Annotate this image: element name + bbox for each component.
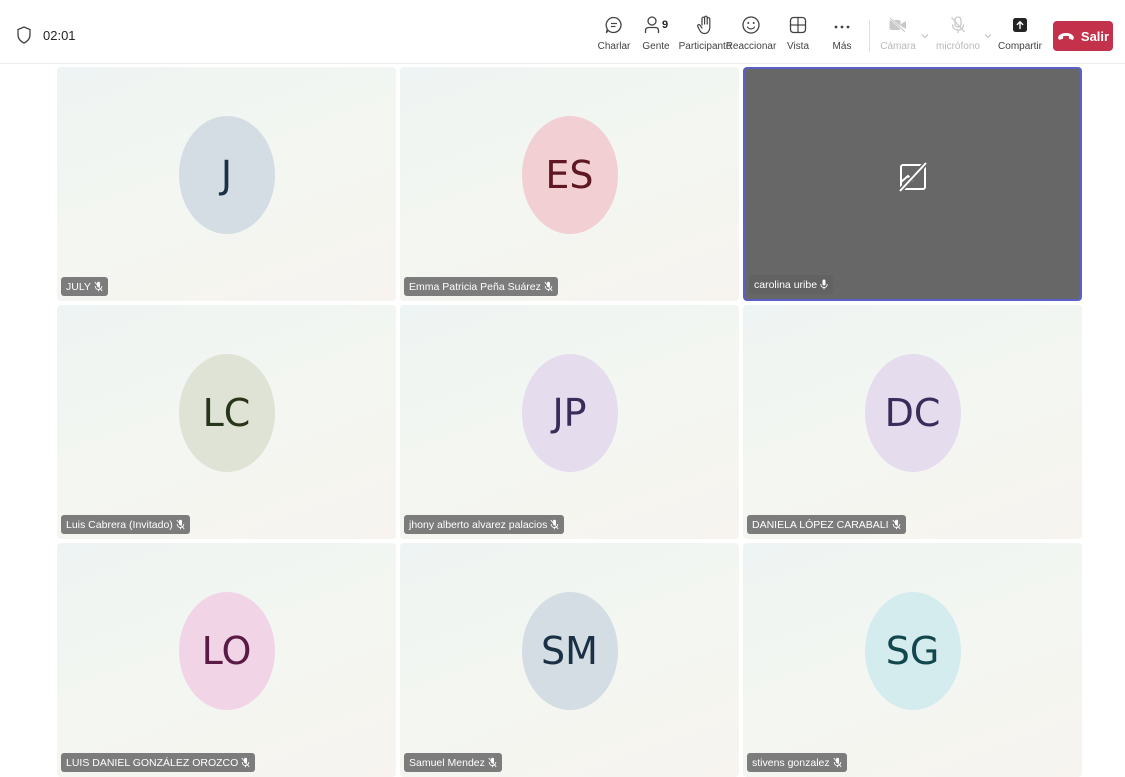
participant-tile[interactable]: J JULY: [57, 67, 396, 301]
mic-muted-icon: [833, 757, 842, 768]
participant-avatar: JP: [521, 354, 618, 472]
participant-name: carolina uribe: [754, 278, 818, 291]
avatar-initials: ES: [545, 153, 594, 197]
participant-tile[interactable]: JP jhony alberto alvarez palacios: [400, 305, 739, 539]
toolbar-divider: [869, 20, 870, 52]
chat-icon: [605, 16, 622, 34]
people-button[interactable]: 9 Gente: [638, 14, 674, 58]
mic-muted-icon: [241, 757, 250, 768]
more-label: Más: [832, 41, 852, 52]
raise-hand-label: Participante: [678, 41, 732, 52]
participant-tile[interactable]: SM Samuel Mendez: [400, 543, 739, 777]
share-button[interactable]: Compartir: [998, 14, 1042, 58]
chat-button[interactable]: Charlar: [594, 14, 634, 58]
share-screen-icon: [1013, 18, 1027, 32]
participant-tile[interactable]: DC DANIELA LÓPEZ CARABALI: [743, 305, 1082, 539]
participant-tile[interactable]: LO LUIS DANIEL GONZÁLEZ OROZCO: [57, 543, 396, 777]
raise-hand-icon: [697, 15, 711, 35]
participant-name-tag: carolina uribe: [749, 275, 834, 294]
mic-muted-icon: [176, 519, 185, 530]
mic-muted-icon: [544, 281, 553, 292]
participant-name-tag: stivens gonzalez: [747, 753, 847, 772]
participant-name: JULY: [66, 280, 91, 293]
people-label: Gente: [642, 41, 670, 52]
mic-muted-icon: [488, 757, 497, 768]
view-label: Vista: [786, 41, 810, 52]
video-off-icon: [897, 161, 928, 193]
meeting-timer: 02:01: [43, 28, 76, 43]
participant-tile[interactable]: SG stivens gonzalez: [743, 543, 1082, 777]
more-button[interactable]: Más: [828, 14, 856, 58]
people-icon: [644, 16, 660, 33]
avatar-initials: J: [220, 153, 233, 197]
mic-off-icon: [951, 16, 965, 33]
emoji-icon: [742, 16, 760, 34]
shield-icon[interactable]: [16, 26, 32, 44]
camera-button[interactable]: Cámara: [880, 14, 916, 58]
participant-tile[interactable]: LC Luis Cabrera (Invitado): [57, 305, 396, 539]
react-label: Reaccionar: [725, 41, 777, 52]
participant-name-tag: Samuel Mendez: [404, 753, 502, 772]
participant-avatar: J: [178, 116, 275, 234]
participant-name-tag: jhony alberto alvarez palacios: [404, 515, 565, 534]
participant-avatar: SM: [521, 592, 618, 710]
mic-muted-icon: [94, 281, 103, 292]
avatar-initials: LC: [202, 391, 251, 435]
participant-name-tag: DANIELA LÓPEZ CARABALI: [747, 515, 906, 534]
participant-name: Samuel Mendez: [409, 756, 485, 769]
mic-on-icon: [820, 279, 828, 290]
people-count: 9: [661, 19, 669, 31]
mic-label: micrófono: [936, 41, 980, 52]
participant-avatar: SG: [864, 592, 961, 710]
participant-name-tag: Emma Patricia Peña Suárez: [404, 277, 558, 296]
react-button[interactable]: Reaccionar: [725, 14, 777, 58]
participant-name: DANIELA LÓPEZ CARABALI: [752, 518, 889, 531]
participant-name: stivens gonzalez: [752, 756, 830, 769]
avatar-initials: SM: [541, 629, 598, 673]
grid-view-icon: [789, 16, 807, 34]
mic-muted-icon: [892, 519, 901, 530]
participant-avatar: ES: [521, 116, 618, 234]
participant-name: Emma Patricia Peña Suárez: [409, 280, 541, 293]
more-icon: [834, 25, 850, 29]
camera-label: Cámara: [880, 41, 916, 52]
participant-name: LUIS DANIEL GONZÁLEZ OROZCO: [66, 756, 239, 769]
share-label: Compartir: [998, 41, 1042, 52]
participant-name-tag: JULY: [61, 277, 108, 296]
camera-options-chevron-icon[interactable]: [921, 33, 929, 39]
participant-name: jhony alberto alvarez palacios: [409, 518, 548, 531]
participant-tile-active-speaker[interactable]: carolina uribe: [743, 67, 1082, 301]
hang-up-icon: [1058, 33, 1074, 40]
participant-name: Luis Cabrera (Invitado): [66, 518, 173, 531]
participant-name-tag: LUIS DANIEL GONZÁLEZ OROZCO: [61, 753, 256, 772]
participant-name-tag: Luis Cabrera (Invitado): [61, 515, 190, 534]
mic-button[interactable]: micrófono: [934, 14, 982, 58]
avatar-initials: JP: [552, 391, 587, 435]
leave-label: Salir: [1080, 28, 1110, 44]
leave-button[interactable]: Salir: [1053, 21, 1113, 51]
participant-tile[interactable]: ES Emma Patricia Peña Suárez: [400, 67, 739, 301]
meeting-toolbar: 02:01 Charlar 9 Gente Participante Reacc…: [0, 0, 1125, 64]
mic-muted-icon: [550, 519, 559, 530]
view-button[interactable]: Vista: [784, 14, 812, 58]
camera-off-icon: [889, 17, 906, 33]
chat-label: Charlar: [597, 41, 631, 52]
avatar-initials: SG: [885, 629, 940, 673]
participant-avatar: LO: [178, 592, 275, 710]
mic-options-chevron-icon[interactable]: [984, 33, 992, 39]
participant-avatar: DC: [864, 354, 961, 472]
avatar-initials: LO: [201, 629, 252, 673]
avatar-initials: DC: [884, 391, 941, 435]
participant-avatar: LC: [178, 354, 275, 472]
